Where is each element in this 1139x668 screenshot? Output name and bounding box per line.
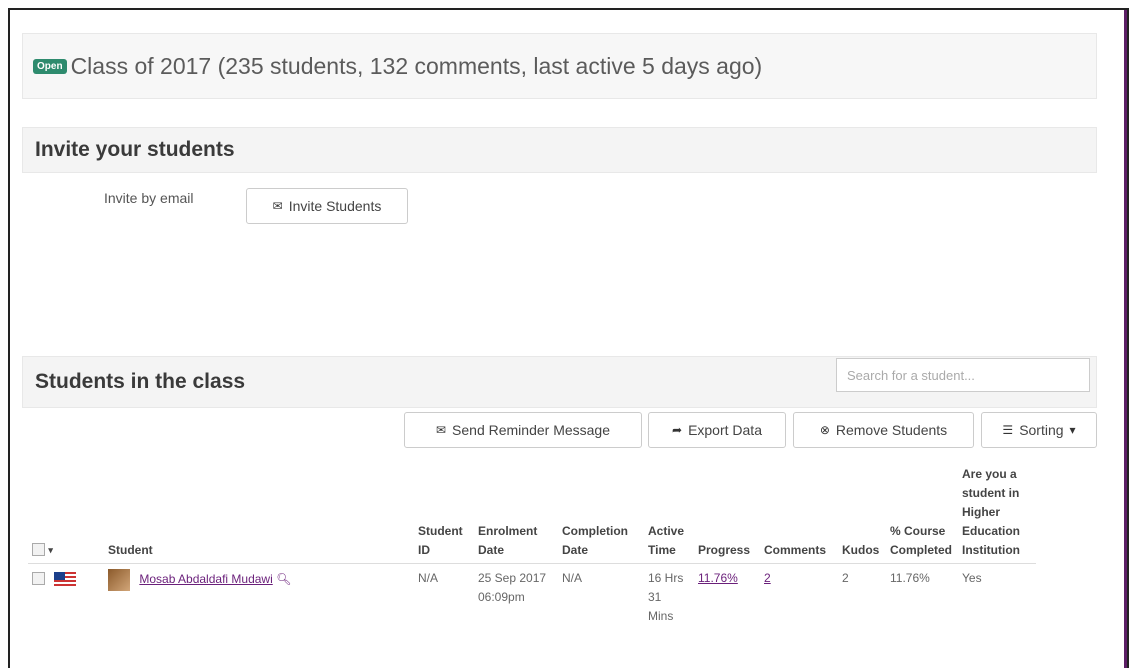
invite-students-button[interactable]: ✉ Invite Students [246, 188, 408, 224]
invite-section-header: Invite your students [22, 127, 1097, 173]
comments-link[interactable]: 2 [764, 571, 771, 585]
course-completed-cell: 11.76% [890, 571, 930, 585]
status-badge: Open [33, 58, 67, 74]
progress-cell: 11.76% [694, 564, 760, 632]
students-table: ▾ Student Student ID Enrolment Date Comp… [28, 462, 1036, 631]
export-data-label: Export Data [688, 422, 762, 438]
student-id-cell: N/A [418, 571, 439, 585]
send-reminder-label: Send Reminder Message [452, 422, 611, 438]
row-select-cell [28, 564, 104, 632]
students-heading: Students in the class [35, 370, 246, 393]
caret-down-icon[interactable]: ▾ [48, 545, 53, 555]
send-reminder-button[interactable]: ✉ Send Reminder Message [404, 412, 642, 448]
magnify-icon[interactable]: 🔍︎ [276, 572, 291, 586]
comments-cell: 2 [760, 564, 838, 632]
select-all-header[interactable]: ▾ [28, 462, 104, 564]
header-comments[interactable]: Comments [760, 462, 838, 564]
header-enrolment-date[interactable]: Enrolment Date [474, 462, 558, 564]
kudos-cell: 2 [842, 571, 849, 585]
sorting-label: Sorting [1019, 422, 1064, 438]
select-all-checkbox[interactable] [32, 543, 45, 557]
header-completion-date[interactable]: Completion Date [558, 462, 644, 564]
header-student[interactable]: Student [104, 462, 414, 564]
enrolment-date-cell: 25 Sep 2017 06:09pm [478, 571, 547, 604]
sorting-dropdown-button[interactable]: ☰ Sorting ▾ [981, 412, 1097, 448]
invite-heading: Invite your students [35, 138, 235, 161]
student-name-link[interactable]: Mosab Abdaldafi Mudawi [139, 572, 272, 586]
invite-by-email-label: Invite by email [104, 190, 194, 206]
share-arrow-icon: ➦ [672, 423, 683, 437]
header-active-time[interactable]: Active Time [644, 462, 694, 564]
class-header-panel: Open Class of 2017 (235 students, 132 co… [22, 33, 1097, 99]
header-student-id[interactable]: Student ID [414, 462, 474, 564]
right-edge-bar [1124, 10, 1127, 668]
header-kudos[interactable]: Kudos [838, 462, 886, 564]
invite-students-label: Invite Students [288, 198, 382, 214]
avatar [108, 569, 130, 591]
table-header-row: ▾ Student Student ID Enrolment Date Comp… [28, 462, 1036, 564]
header-course-completed[interactable]: % Course Completed [886, 462, 958, 564]
envelope-icon: ✉ [272, 199, 283, 213]
remove-circle-icon: ⊗ [819, 423, 830, 437]
class-title: Class of 2017 (235 students, 132 comment… [70, 52, 763, 79]
row-checkbox[interactable] [32, 572, 45, 586]
header-progress[interactable]: Progress [694, 462, 760, 564]
flag-icon [54, 571, 77, 586]
list-icon: ☰ [1002, 423, 1014, 437]
higher-education-cell: Yes [962, 571, 982, 585]
remove-students-label: Remove Students [835, 422, 948, 438]
student-search-input[interactable] [836, 358, 1090, 392]
table-row: Mosab Abdaldafi Mudawi 🔍︎ N/A 25 Sep 201… [28, 564, 1036, 632]
completion-date-cell: N/A [562, 571, 583, 585]
caret-down-icon: ▾ [1069, 423, 1076, 437]
progress-link[interactable]: 11.76% [698, 571, 738, 585]
export-data-button[interactable]: ➦ Export Data [648, 412, 786, 448]
remove-students-button[interactable]: ⊗ Remove Students [793, 412, 974, 448]
envelope-icon: ✉ [435, 423, 447, 437]
student-name-cell: Mosab Abdaldafi Mudawi 🔍︎ [104, 564, 414, 632]
active-time-cell: 16 Hrs 31 Mins [648, 571, 684, 623]
header-higher-education[interactable]: Are you a student in Higher Education In… [958, 462, 1036, 564]
